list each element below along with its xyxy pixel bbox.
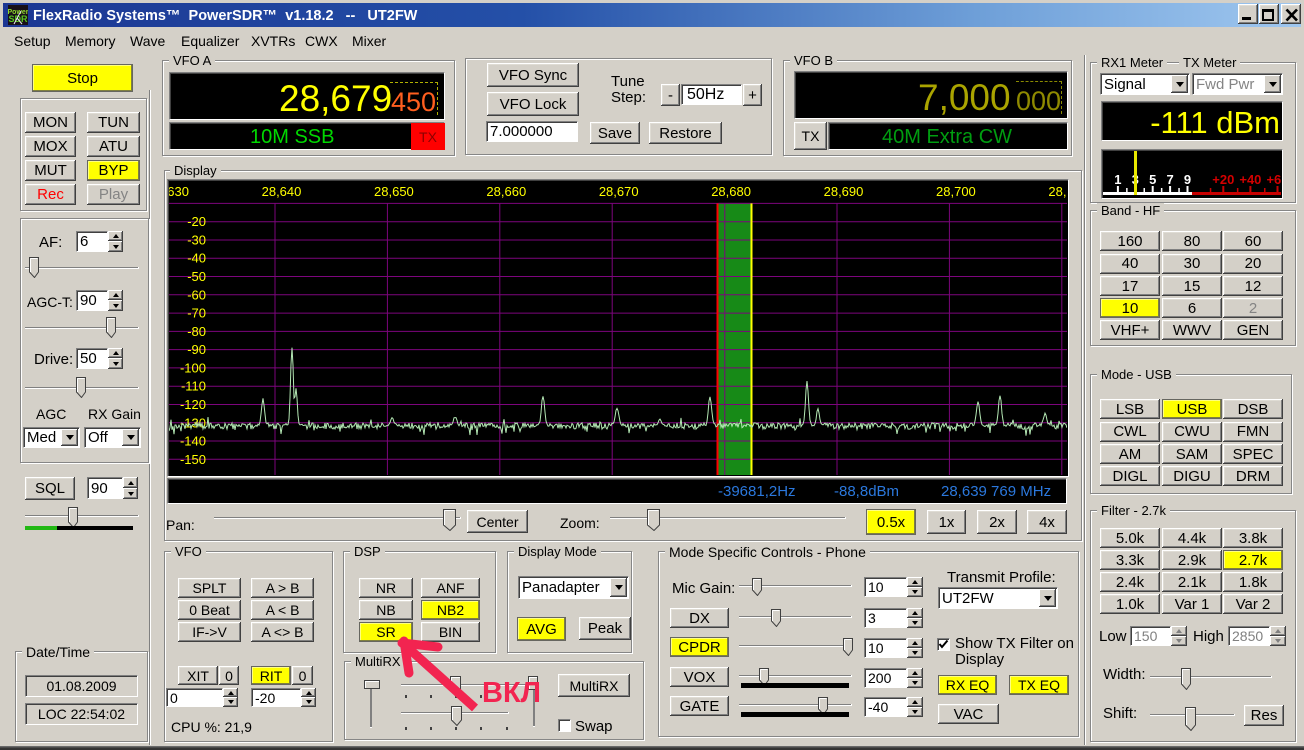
svg-text:28,710: 28,710 — [1048, 184, 1067, 199]
svg-text:+20: +20 — [1212, 172, 1234, 187]
svg-text:-50: -50 — [187, 269, 206, 284]
svg-text:28,680: 28,680 — [711, 184, 751, 199]
svg-text:+60: +60 — [1266, 172, 1281, 187]
svg-text:-30: -30 — [187, 233, 206, 248]
svg-text:28,690: 28,690 — [824, 184, 864, 199]
svg-text:-60: -60 — [187, 287, 206, 302]
svg-text:-20: -20 — [187, 214, 206, 229]
svg-text:-70: -70 — [187, 306, 206, 321]
svg-text:5: 5 — [1149, 172, 1156, 187]
svg-text:7: 7 — [1166, 172, 1173, 187]
svg-text:1: 1 — [1114, 172, 1121, 187]
svg-text:-100: -100 — [180, 360, 206, 375]
svg-text:28,700: 28,700 — [936, 184, 976, 199]
svg-text:28,670: 28,670 — [599, 184, 639, 199]
svg-text:+40: +40 — [1239, 172, 1261, 187]
svg-text:-90: -90 — [187, 342, 206, 357]
svg-text:-140: -140 — [180, 434, 206, 449]
svg-text:-110: -110 — [181, 379, 206, 394]
svg-text:28,660: 28,660 — [486, 184, 526, 199]
svg-text:28,630: 28,630 — [169, 184, 189, 199]
svg-text:-150: -150 — [180, 452, 206, 467]
svg-text:-80: -80 — [187, 324, 206, 339]
svg-text:9: 9 — [1184, 172, 1191, 187]
svg-text:-120: -120 — [180, 397, 206, 412]
svg-text:-40: -40 — [187, 251, 206, 266]
svg-text:28,640: 28,640 — [262, 184, 302, 199]
svg-text:28,650: 28,650 — [374, 184, 414, 199]
